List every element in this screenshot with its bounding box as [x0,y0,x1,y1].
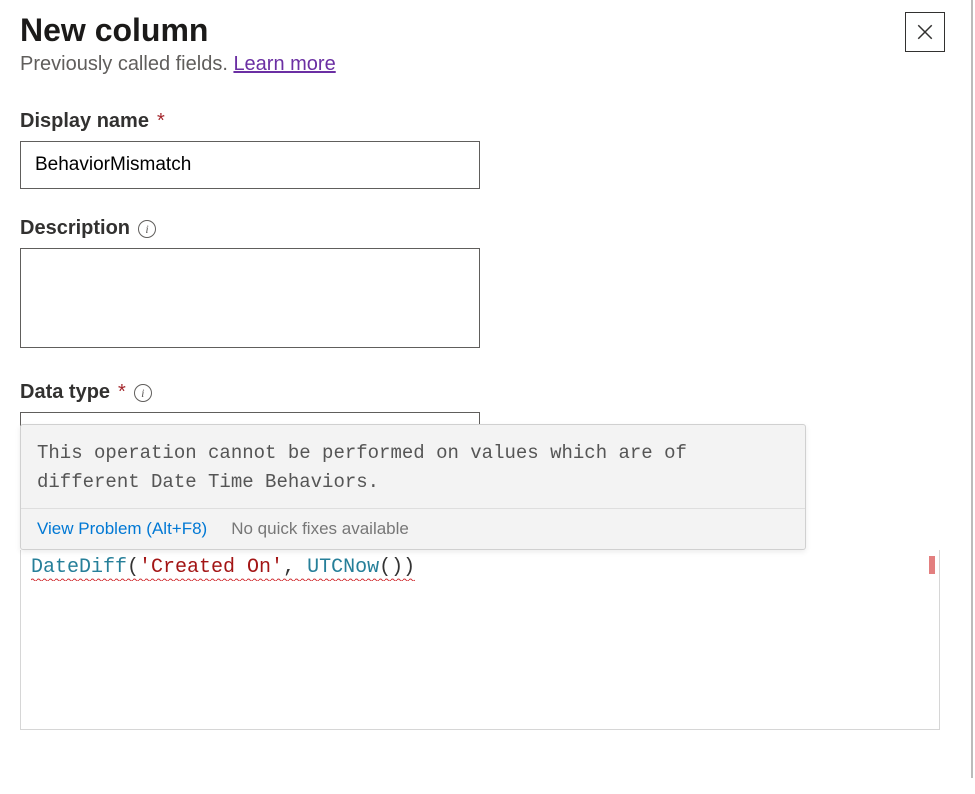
description-label: Description i [20,217,955,240]
token-comma: , [283,556,307,579]
page-title: New column [20,12,336,49]
close-icon [916,23,934,41]
info-icon[interactable]: i [138,220,156,238]
formula-code-line: DateDiff('Created On', UTCNow()) [31,556,929,579]
token-paren: ( [127,556,139,579]
view-problem-link[interactable]: View Problem (Alt+F8) [37,519,207,539]
display-name-input[interactable] [20,141,480,189]
display-name-label-text: Display name [20,110,149,133]
display-name-label: Display name * [20,110,955,133]
data-type-label-text: Data type [20,381,110,404]
close-button[interactable] [905,12,945,52]
no-quick-fixes-text: No quick fixes available [231,519,409,539]
error-tooltip: This operation cannot be performed on va… [20,424,806,550]
formula-editor[interactable]: DateDiff('Created On', UTCNow()) [20,550,940,730]
minimap-error-marker [929,556,935,574]
token-function: DateDiff [31,556,127,579]
scrollbar-track[interactable] [971,0,973,778]
page-subtitle: Previously called fields. Learn more [20,53,336,76]
data-type-label: Data type * i [20,381,955,404]
required-asterisk: * [157,110,165,133]
description-input[interactable] [20,248,480,348]
info-icon[interactable]: i [134,384,152,402]
token-function: UTCNow [307,556,379,579]
subtitle-text: Previously called fields. [20,53,233,75]
error-message: This operation cannot be performed on va… [21,425,805,508]
required-asterisk: * [118,381,126,404]
description-label-text: Description [20,217,130,240]
token-paren: ) [403,556,415,579]
token-string: 'Created On' [139,556,283,579]
token-paren: () [379,556,403,579]
learn-more-link[interactable]: Learn more [233,53,335,75]
